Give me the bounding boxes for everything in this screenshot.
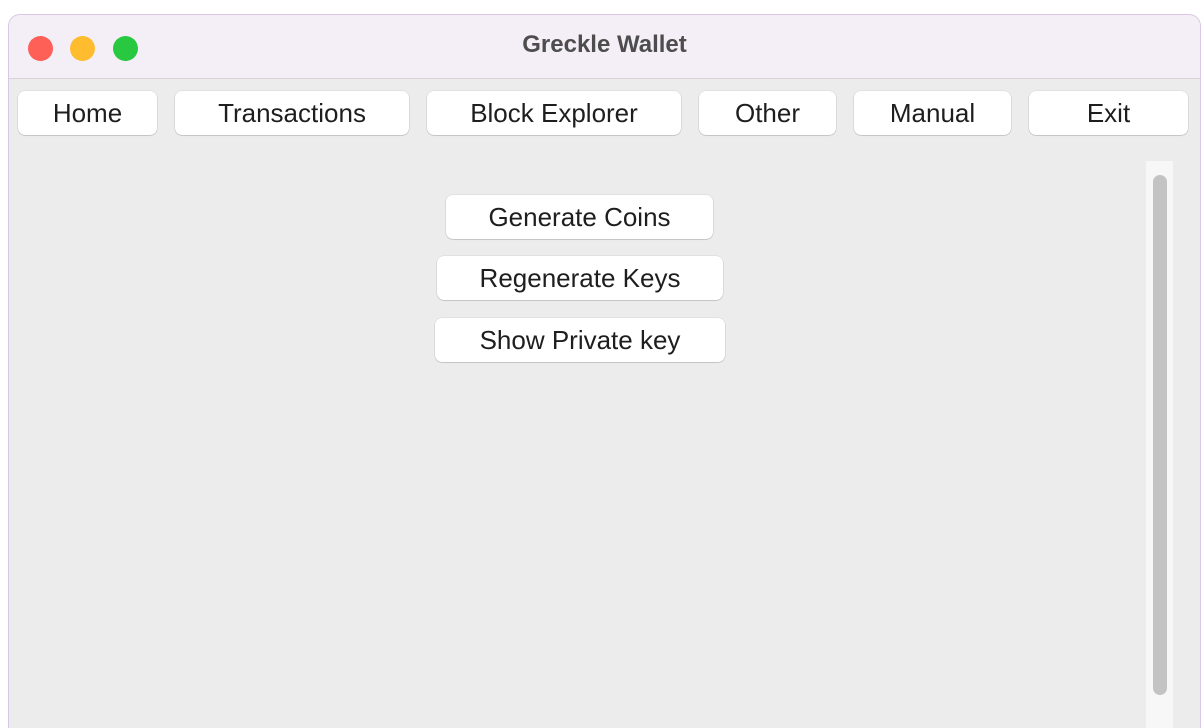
scrollbar-thumb[interactable]	[1153, 175, 1167, 695]
generate-coins-button[interactable]: Generate Coins	[446, 195, 713, 239]
title-bar[interactable]: Greckle Wallet	[9, 15, 1200, 79]
show-private-key-button[interactable]: Show Private key	[435, 318, 725, 362]
exit-button[interactable]: Exit	[1029, 91, 1188, 135]
block-explorer-button[interactable]: Block Explorer	[427, 91, 681, 135]
home-button[interactable]: Home	[18, 91, 157, 135]
transactions-button[interactable]: Transactions	[175, 91, 409, 135]
menu-bar: Home Transactions Block Explorer Other M…	[9, 79, 1200, 149]
app-window: Greckle Wallet Home Transactions Block E…	[8, 14, 1201, 728]
window-title: Greckle Wallet	[522, 31, 687, 58]
manual-button[interactable]: Manual	[854, 91, 1011, 135]
other-button[interactable]: Other	[699, 91, 836, 135]
vertical-scrollbar[interactable]	[1146, 161, 1173, 728]
regenerate-keys-button[interactable]: Regenerate Keys	[437, 256, 723, 300]
